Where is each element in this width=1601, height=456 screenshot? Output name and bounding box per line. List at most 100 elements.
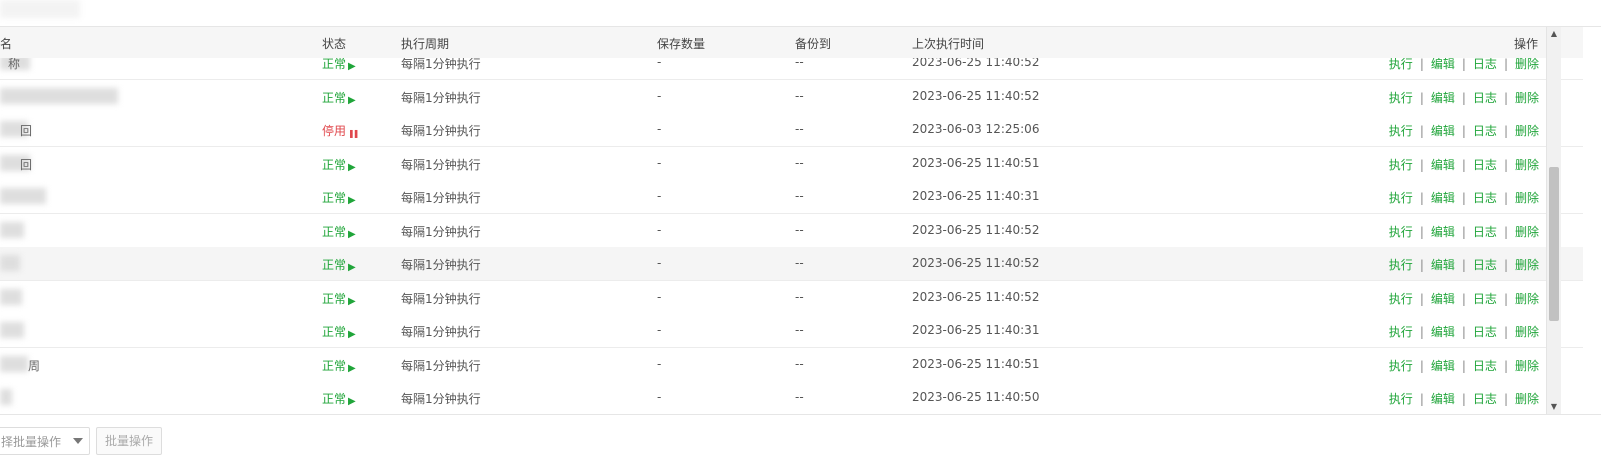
delete-link[interactable]: 删除 (1515, 225, 1539, 239)
delete-link[interactable]: 删除 (1515, 191, 1539, 205)
edit-link[interactable]: 编辑 (1431, 58, 1455, 71)
run-link[interactable]: 执行 (1389, 124, 1413, 138)
log-link[interactable]: 日志 (1473, 225, 1497, 239)
table-row[interactable]: 回正常 ▶ 每隔1分钟执行 - -- 2023-06-25 11:40:51 执行 | 编辑 | 日… (0, 146, 1583, 181)
run-link[interactable]: 执行 (1389, 191, 1413, 205)
row-save-count: - (657, 189, 662, 203)
status-label: 正常 (322, 90, 347, 105)
scroll-thumb[interactable] (1549, 167, 1559, 321)
status-badge[interactable]: 正常 ▶ (322, 323, 356, 340)
table-row[interactable]: 正常 ▶ 每隔1分钟执行 - -- 2023-06-25 11:40:52 执行 | 编辑 | 日志… (0, 79, 1583, 114)
log-link[interactable]: 日志 (1473, 359, 1497, 373)
name-redaction (0, 188, 46, 204)
scroll-up-arrow-icon[interactable]: ▲ (1547, 27, 1561, 41)
log-link[interactable]: 日志 (1473, 91, 1497, 105)
edit-link[interactable]: 编辑 (1431, 158, 1455, 172)
delete-link[interactable]: 删除 (1515, 91, 1539, 105)
name-redaction (0, 355, 28, 372)
delete-link[interactable]: 删除 (1515, 392, 1539, 406)
status-badge[interactable]: 正常 ▶ (322, 390, 356, 407)
edit-link[interactable]: 编辑 (1431, 191, 1455, 205)
table-row[interactable]: 正常 ▶ 每隔1分钟执行 - -- 2023-06-25 11:40:52 执行 | 编辑 | 日志… (0, 280, 1583, 315)
delete-link[interactable]: 删除 (1515, 292, 1539, 306)
edit-link[interactable]: 编辑 (1431, 325, 1455, 339)
edit-link[interactable]: 编辑 (1431, 392, 1455, 406)
status-badge[interactable]: 正常 ▶ (322, 223, 356, 240)
pause-icon: ❚❚ (348, 129, 359, 138)
status-label: 正常 (322, 291, 347, 306)
table-row[interactable]: 正常 ▶ 每隔1分钟执行 - -- 2023-06-25 11:40:31 执行 | 编辑 | 日志… (0, 180, 1583, 214)
run-link[interactable]: 执行 (1389, 158, 1413, 172)
status-badge[interactable]: 正常 ▶ (322, 89, 356, 106)
row-cycle: 每隔1分钟执行 (401, 157, 481, 172)
run-link[interactable]: 执行 (1389, 91, 1413, 105)
table-row[interactable]: 正常 ▶ 每隔1分钟执行 - -- 2023-06-25 11:40:50 执行 | 编辑 | 日志… (0, 381, 1583, 414)
log-link[interactable]: 日志 (1473, 392, 1497, 406)
action-separator: | (1419, 224, 1424, 239)
table-row[interactable]: 正常 ▶ 每隔1分钟执行 - -- 2023-06-25 11:40:52 执行 | 编辑 | 日志… (0, 213, 1583, 248)
delete-link[interactable]: 删除 (1515, 325, 1539, 339)
log-link[interactable]: 日志 (1473, 258, 1497, 272)
table-row[interactable]: 称正常 ▶ 每隔1分钟执行 - -- 2023-06-25 11:40:52 执行 | 编辑 | 日… (0, 58, 1583, 80)
status-badge[interactable]: 正常 ▶ (322, 58, 356, 72)
delete-link[interactable]: 删除 (1515, 258, 1539, 272)
table-row[interactable]: 周正常 ▶ 每隔1分钟执行 - -- 2023-06-25 11:40:51 执行 | 编辑 | 日… (0, 347, 1583, 382)
vertical-scrollbar[interactable]: ▲ ▼ (1546, 27, 1561, 414)
scroll-down-arrow-icon[interactable]: ▼ (1547, 400, 1561, 414)
status-badge[interactable]: 正常 ▶ (322, 290, 356, 307)
row-actions: 执行 | 编辑 | 日志 | 删除 (1389, 357, 1539, 374)
edit-link[interactable]: 编辑 (1431, 225, 1455, 239)
row-save-count: - (657, 122, 662, 136)
action-separator: | (1461, 224, 1466, 239)
delete-link[interactable]: 删除 (1515, 158, 1539, 172)
table-row[interactable]: 正常 ▶ 每隔1分钟执行 - -- 2023-06-25 11:40:52 执行 | 编辑 | 日志… (0, 247, 1583, 281)
play-icon: ▶ (348, 94, 356, 106)
row-backup-to: -- (795, 390, 804, 404)
play-icon: ▶ (348, 262, 356, 273)
table-header: 名 状态 执行周期 保存数量 备份到 上次执行时间 操作 (0, 27, 1583, 59)
row-save-count: - (657, 323, 662, 337)
table-row[interactable]: 回停用 ❚❚ 每隔1分钟执行 - -- 2023-06-03 12:25:06 执行 | 编辑 |… (0, 113, 1583, 147)
action-separator: | (1503, 124, 1508, 138)
play-icon: ▶ (348, 61, 356, 72)
table-row[interactable]: 正常 ▶ 每隔1分钟执行 - -- 2023-06-25 11:40:31 执行 | 编辑 | 日志… (0, 314, 1583, 348)
edit-link[interactable]: 编辑 (1431, 124, 1455, 138)
edit-link[interactable]: 编辑 (1431, 292, 1455, 306)
log-link[interactable]: 日志 (1473, 191, 1497, 205)
run-link[interactable]: 执行 (1389, 225, 1413, 239)
delete-link[interactable]: 删除 (1515, 124, 1539, 138)
log-link[interactable]: 日志 (1473, 292, 1497, 306)
action-separator: | (1419, 90, 1424, 105)
play-icon: ▶ (348, 329, 356, 340)
log-link[interactable]: 日志 (1473, 124, 1497, 138)
status-badge[interactable]: 停用 ❚❚ (322, 122, 360, 139)
run-link[interactable]: 执行 (1389, 58, 1413, 71)
run-link[interactable]: 执行 (1389, 325, 1413, 339)
status-badge[interactable]: 正常 ▶ (322, 357, 356, 374)
status-label: 正常 (322, 392, 347, 406)
log-link[interactable]: 日志 (1473, 325, 1497, 339)
row-cycle: 每隔1分钟执行 (401, 58, 481, 71)
log-link[interactable]: 日志 (1473, 58, 1497, 71)
delete-link[interactable]: 删除 (1515, 58, 1539, 71)
edit-link[interactable]: 编辑 (1431, 91, 1455, 105)
row-cycle: 每隔1分钟执行 (401, 392, 481, 406)
run-link[interactable]: 执行 (1389, 258, 1413, 272)
chevron-down-icon (73, 438, 83, 444)
row-backup-to: -- (795, 155, 804, 170)
run-link[interactable]: 执行 (1389, 392, 1413, 406)
batch-operation-button[interactable]: 批量操作 (96, 427, 162, 455)
status-badge[interactable]: 正常 ▶ (322, 256, 356, 273)
edit-link[interactable]: 编辑 (1431, 359, 1455, 373)
batch-operation-select[interactable]: 择批量操作 (0, 427, 90, 455)
delete-link[interactable]: 删除 (1515, 359, 1539, 373)
edit-link[interactable]: 编辑 (1431, 258, 1455, 272)
log-link[interactable]: 日志 (1473, 158, 1497, 172)
row-save-count: - (657, 390, 662, 404)
play-icon: ▶ (348, 161, 356, 173)
action-separator: | (1419, 291, 1424, 306)
status-badge[interactable]: 正常 ▶ (322, 156, 356, 173)
status-badge[interactable]: 正常 ▶ (322, 189, 356, 206)
run-link[interactable]: 执行 (1389, 359, 1413, 373)
run-link[interactable]: 执行 (1389, 292, 1413, 306)
